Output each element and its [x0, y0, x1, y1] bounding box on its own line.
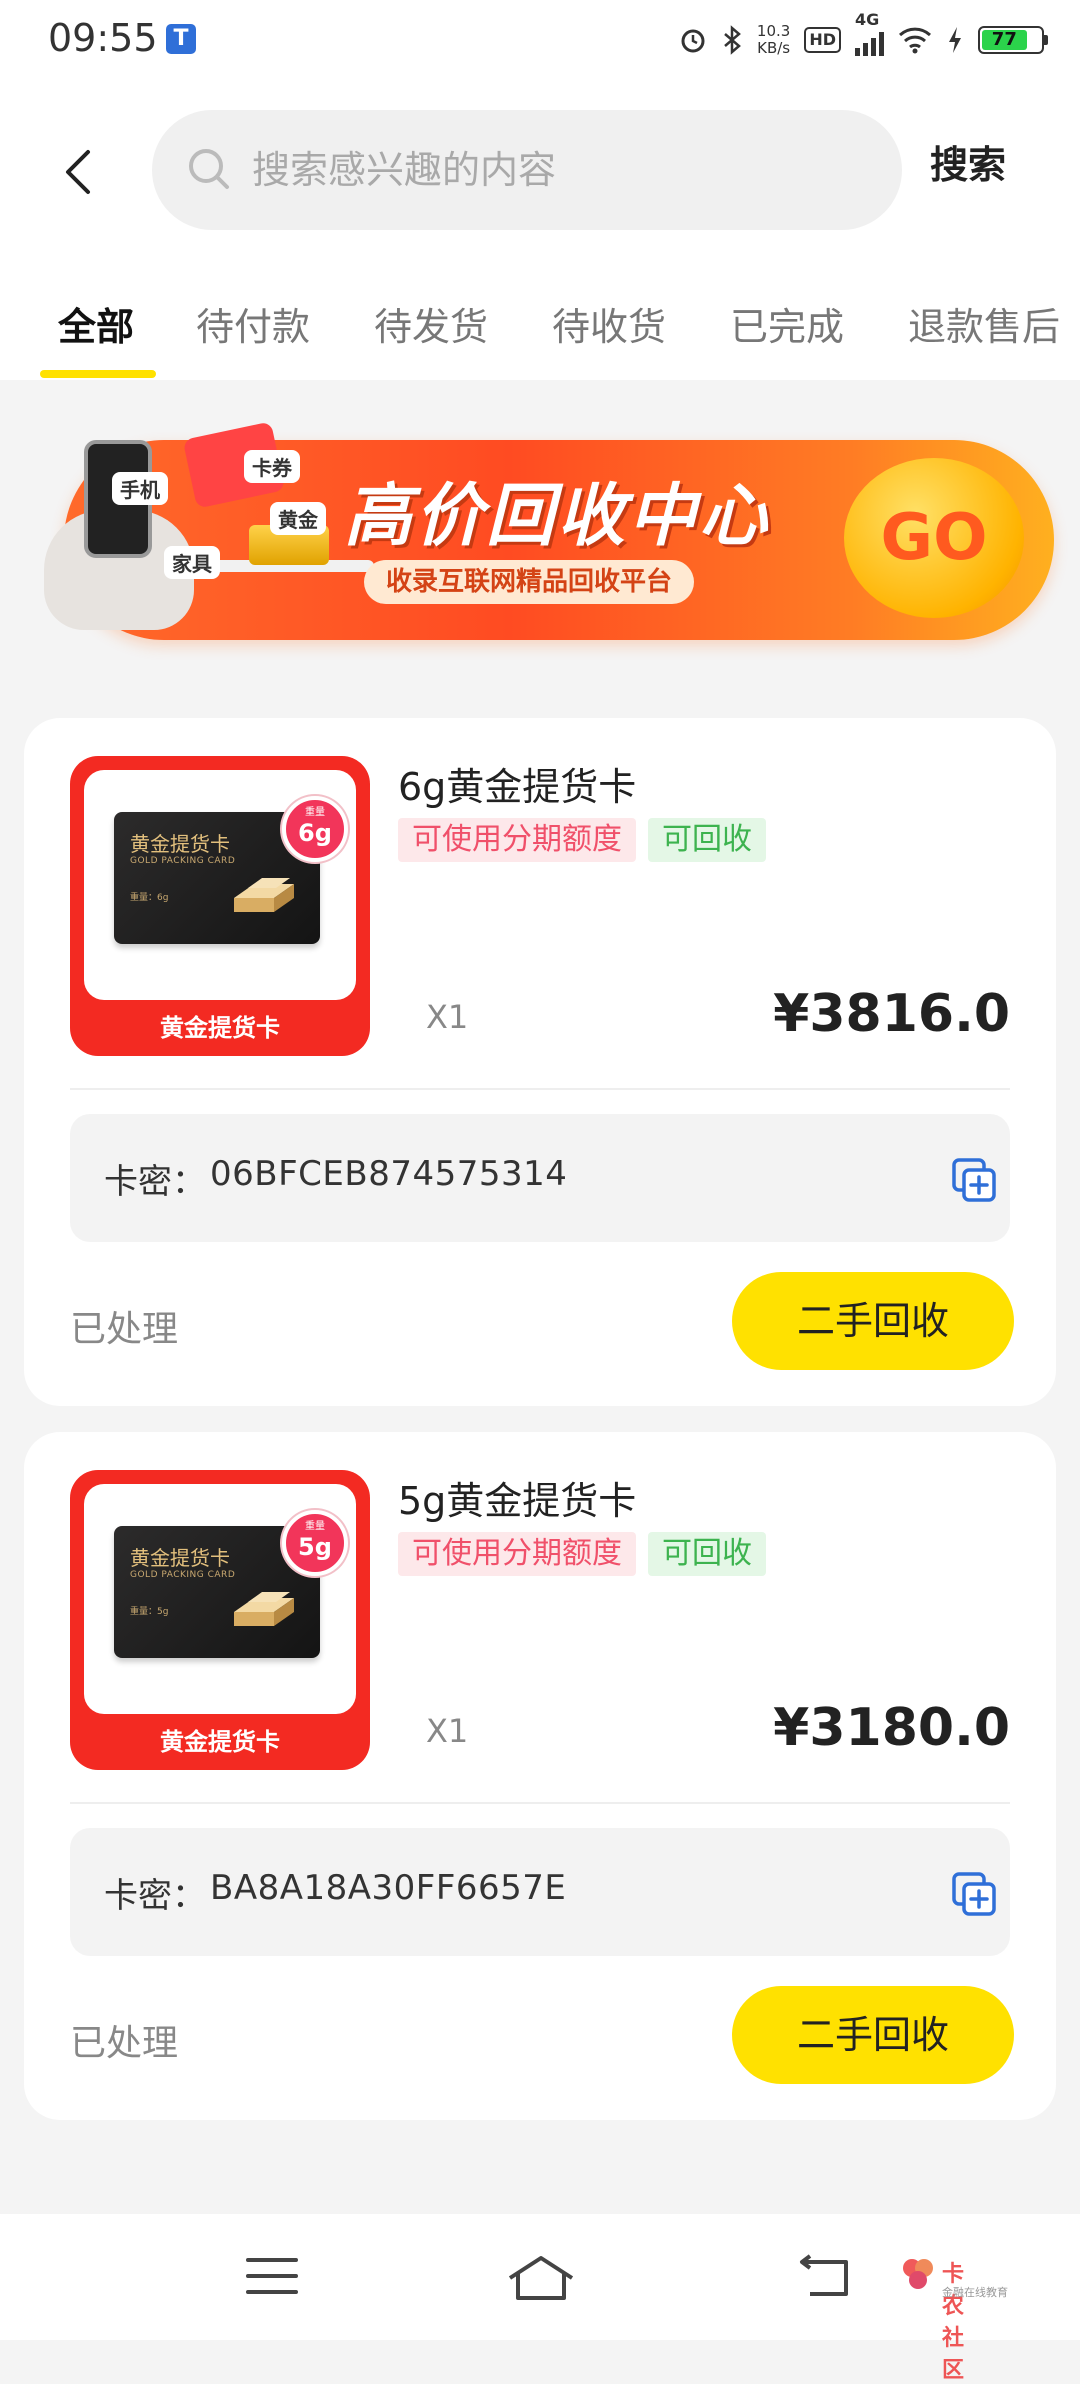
back-nav-icon[interactable]	[796, 2254, 852, 2300]
menu-icon[interactable]	[244, 2254, 300, 2298]
search-placeholder: 搜索感兴趣的内容	[252, 148, 557, 192]
second-hand-recycle-button[interactable]: 二手回收	[732, 1986, 1014, 2084]
quantity: X1	[426, 998, 469, 1036]
product-thumbnail[interactable]: 黄金提货卡 GOLD PACKING CARD 重量：6g 重量 6g 黄金提货…	[70, 756, 370, 1056]
alarm-icon	[681, 29, 705, 53]
card-key-box: 卡密： 06BFCEB874575314	[70, 1114, 1010, 1242]
status-bar: 09:55 T 10.3 KB/s HD 4G 77	[0, 0, 1080, 80]
quantity: X1	[426, 1712, 469, 1750]
label-phone: 手机	[112, 472, 168, 505]
gold-bar-icon	[234, 878, 294, 912]
divider	[70, 1802, 1010, 1804]
banner-title: 高价回收中心	[344, 477, 771, 556]
search-button[interactable]: 搜索	[930, 134, 1006, 189]
tab-refund-after-sales[interactable]: 退款售后	[908, 296, 1060, 351]
thumbnail-caption: 黄金提货卡	[160, 1014, 280, 1042]
order-status: 已处理	[70, 1309, 179, 1350]
card-key-label: 卡密：	[104, 1876, 206, 1916]
search-icon	[189, 149, 229, 189]
copy-icon[interactable]	[950, 1156, 1000, 1206]
order-card[interactable]: 黄金提货卡 GOLD PACKING CARD 重量：6g 重量 6g 黄金提货…	[24, 718, 1056, 1406]
order-card[interactable]: 黄金提货卡 GOLD PACKING CARD 重量：5g 重量 5g 黄金提货…	[24, 1432, 1056, 2120]
thumbnail-caption: 黄金提货卡	[160, 1728, 280, 1756]
product-title[interactable]: 5g黄金提货卡	[398, 1470, 636, 1525]
second-hand-recycle-button[interactable]: 二手回收	[732, 1272, 1014, 1370]
tab-pending-receipt[interactable]: 待收货	[552, 296, 666, 351]
price: ¥3180.0	[773, 1698, 1010, 1758]
search-input[interactable]: 搜索感兴趣的内容	[152, 110, 902, 230]
watermark-logo	[903, 2259, 933, 2289]
active-tab-indicator	[40, 370, 156, 378]
product-tags: 可使用分期额度 可回收	[398, 1532, 766, 1576]
card-key-label: 卡密：	[104, 1162, 206, 1202]
wifi-icon	[898, 27, 932, 54]
divider	[70, 1088, 1010, 1090]
installment-tag: 可使用分期额度	[398, 1532, 636, 1576]
tab-completed[interactable]: 已完成	[730, 296, 844, 351]
go-button[interactable]: GO	[844, 458, 1024, 618]
weight-badge: 重量 5g	[282, 1510, 348, 1576]
installment-tag: 可使用分期额度	[398, 818, 636, 862]
header: 搜索感兴趣的内容 搜索 全部 待付款 待发货 待收货 已完成 退款售后	[0, 80, 1080, 380]
card-key-value[interactable]: 06BFCEB874575314	[210, 1154, 567, 1194]
status-time: 09:55	[48, 16, 158, 60]
cell-signal-icon: 4G	[855, 10, 884, 56]
bluetooth-icon	[724, 25, 741, 55]
product-title[interactable]: 6g黄金提货卡	[398, 756, 636, 811]
label-gold: 黄金	[270, 502, 326, 535]
back-button[interactable]	[58, 142, 98, 202]
recyclable-tag: 可回收	[648, 1532, 766, 1576]
home-icon[interactable]	[506, 2254, 576, 2302]
weight-badge: 重量 6g	[282, 796, 348, 862]
system-navigation-bar: 卡农社区 金融在线教育	[0, 2214, 1080, 2383]
tab-pending-payment[interactable]: 待付款	[196, 296, 310, 351]
label-coupon: 卡券	[244, 450, 300, 483]
watermark: 卡农社区 金融在线教育	[900, 2256, 1008, 2383]
copy-icon[interactable]	[950, 1870, 1000, 1920]
product-thumbnail[interactable]: 黄金提货卡 GOLD PACKING CARD 重量：5g 重量 5g 黄金提货…	[70, 1470, 370, 1770]
charging-icon	[949, 27, 961, 53]
product-tags: 可使用分期额度 可回收	[398, 818, 766, 862]
order-tabs: 全部 待付款 待发货 待收货 已完成 退款售后	[0, 280, 1080, 380]
gold-bar-icon	[234, 1592, 294, 1626]
tab-all[interactable]: 全部	[58, 296, 134, 351]
banner-subtitle: 收录互联网精品回收平台	[364, 560, 695, 604]
card-key-box: 卡密： BA8A18A30FF6657E	[70, 1828, 1010, 1956]
tab-pending-shipment[interactable]: 待发货	[374, 296, 488, 351]
app-notification-icon: T	[166, 24, 196, 54]
label-furniture: 家具	[164, 546, 220, 579]
recycle-center-banner[interactable]: 手机 卡券 黄金 家具 高价回收中心 收录互联网精品回收平台 GO	[24, 410, 1056, 680]
recyclable-tag: 可回收	[648, 818, 766, 862]
price: ¥3816.0	[773, 984, 1010, 1044]
card-key-value[interactable]: BA8A18A30FF6657E	[210, 1868, 566, 1908]
status-icons: 10.3 KB/s HD 4G 77	[679, 10, 1048, 60]
chevron-left-icon	[66, 150, 90, 194]
battery-icon: 77	[978, 26, 1048, 54]
hd-icon: HD	[804, 27, 841, 53]
network-speed: 10.3 KB/s	[756, 22, 791, 57]
order-status: 已处理	[70, 2023, 179, 2064]
